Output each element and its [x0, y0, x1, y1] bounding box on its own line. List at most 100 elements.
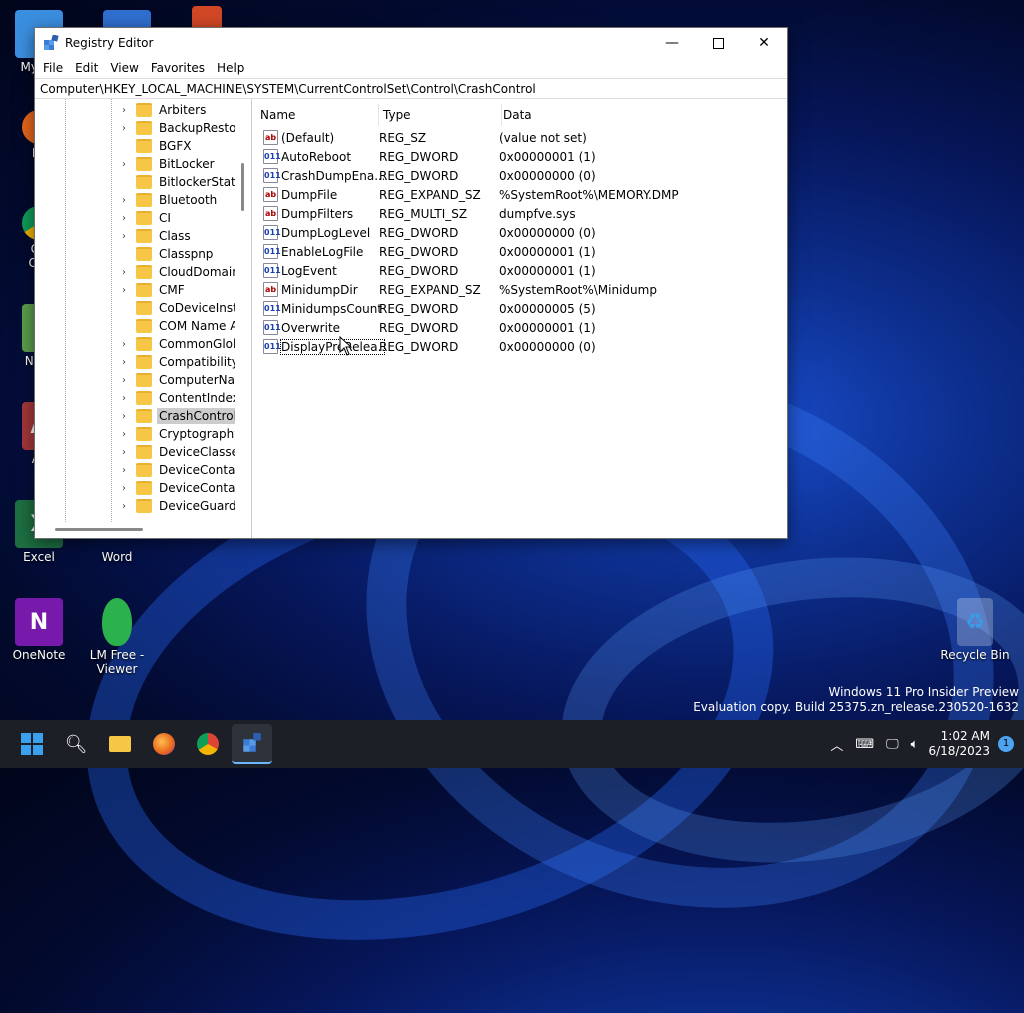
- chevron-right-icon[interactable]: ›: [122, 285, 132, 296]
- chevron-right-icon[interactable]: ›: [122, 213, 132, 224]
- close-button[interactable]: ✕: [741, 28, 787, 58]
- tree-node[interactable]: BGFX: [35, 137, 193, 155]
- tree-node[interactable]: CoDeviceInsta: [35, 299, 247, 317]
- chevron-right-icon[interactable]: ›: [122, 483, 132, 494]
- tree-node[interactable]: › Bluetooth: [35, 191, 219, 209]
- menu-favorites[interactable]: Favorites: [145, 61, 211, 75]
- values-list-pane[interactable]: Name Type Data ab (Default) REG_SZ (value n…: [256, 99, 787, 538]
- tree-node[interactable]: BitlockerStatus: [35, 173, 251, 191]
- menu-edit[interactable]: Edit: [69, 61, 104, 75]
- recycle-bin-icon: ♻: [957, 598, 993, 646]
- scrollbar-thumb[interactable]: [241, 163, 244, 211]
- registry-value-row[interactable]: ab DumpFile REG_EXPAND_SZ %SystemRoot%\MEMO…: [256, 185, 776, 204]
- registry-value-row[interactable]: 011 DisplayPreRelea... REG_DWORD 0x00000000…: [256, 337, 776, 356]
- tree-node[interactable]: COM Name A: [35, 317, 240, 335]
- chevron-right-icon[interactable]: ›: [122, 501, 132, 512]
- clock[interactable]: 1:02 AM 6/18/2023: [928, 729, 990, 759]
- menu-file[interactable]: File: [37, 61, 69, 75]
- column-header-data[interactable]: Data: [499, 104, 773, 126]
- registry-editor-taskbar-button[interactable]: [232, 724, 272, 764]
- start-button[interactable]: [12, 724, 52, 764]
- tree-node[interactable]: › CrashControl: [35, 407, 239, 425]
- tree-node[interactable]: › DeviceClasses: [35, 443, 247, 461]
- tree-node-label: Arbiters: [159, 103, 207, 117]
- chevron-right-icon[interactable]: ›: [122, 429, 132, 440]
- notification-badge[interactable]: 1: [998, 736, 1014, 752]
- chevron-right-icon[interactable]: ›: [122, 393, 132, 404]
- tree-node[interactable]: › ComputerNam: [35, 371, 249, 389]
- scrollbar-thumb[interactable]: [55, 528, 143, 531]
- folder-icon: [136, 193, 152, 207]
- chevron-right-icon[interactable]: ›: [122, 411, 132, 422]
- tree-node[interactable]: › Arbiters: [35, 101, 208, 119]
- chevron-right-icon[interactable]: ›: [122, 465, 132, 476]
- menu-help[interactable]: Help: [211, 61, 250, 75]
- tree-node[interactable]: › Class: [35, 227, 193, 245]
- chevron-right-icon[interactable]: ›: [122, 195, 132, 206]
- minimize-button[interactable]: —: [649, 28, 695, 58]
- tree-node[interactable]: › CommonGlob: [35, 335, 243, 353]
- registry-value-row[interactable]: 011 EnableLogFile REG_DWORD 0x00000001 (1): [256, 242, 776, 261]
- network-icon[interactable]: 🖵︎: [886, 737, 899, 752]
- tree-node[interactable]: › CI: [35, 209, 173, 227]
- tree-node[interactable]: › DeviceGuard: [35, 497, 239, 515]
- chevron-right-icon[interactable]: ›: [122, 447, 132, 458]
- reg-binary-value-icon: 011: [263, 263, 281, 278]
- chevron-right-icon[interactable]: ›: [122, 357, 132, 368]
- registry-value-row[interactable]: ab MinidumpDir REG_EXPAND_SZ %SystemRoot%\M…: [256, 280, 776, 299]
- tree-node[interactable]: › DeviceContair: [35, 479, 246, 497]
- chrome-button[interactable]: [188, 724, 228, 764]
- registry-value-row[interactable]: ab (Default) REG_SZ (value not set): [256, 128, 776, 147]
- chevron-right-icon[interactable]: ›: [122, 375, 132, 386]
- folder-icon: [136, 157, 152, 171]
- file-explorer-button[interactable]: [100, 724, 140, 764]
- tree-node[interactable]: › BitLocker: [35, 155, 217, 173]
- mouse-cursor-icon: [339, 336, 353, 356]
- registry-value-row[interactable]: 011 DumpLogLevel REG_DWORD 0x00000000 (0): [256, 223, 776, 242]
- registry-value-row[interactable]: 011 AutoReboot REG_DWORD 0x00000001 (1): [256, 147, 776, 166]
- column-header-type[interactable]: Type: [379, 104, 502, 126]
- chevron-right-icon[interactable]: ›: [122, 267, 132, 278]
- registry-value-row[interactable]: 011 CrashDumpEna... REG_DWORD 0x00000000 (0…: [256, 166, 776, 185]
- chevron-up-icon[interactable]: ︿: [830, 735, 843, 754]
- tree-vertical-scrollbar[interactable]: [235, 99, 251, 538]
- chevron-right-icon[interactable]: ›: [122, 339, 132, 350]
- registry-value-row[interactable]: 011 MinidumpsCount REG_DWORD 0x00000005 (5): [256, 299, 776, 318]
- registry-value-row[interactable]: 011 LogEvent REG_DWORD 0x00000001 (1): [256, 261, 776, 280]
- menu-bar: File Edit View Favorites Help: [35, 58, 787, 78]
- registry-value-row[interactable]: 011 Overwrite REG_DWORD 0x00000001 (1): [256, 318, 776, 337]
- tree-node[interactable]: › ContentIndex: [35, 389, 242, 407]
- tree-node[interactable]: › Compatibility: [35, 353, 241, 371]
- value-data: 0x00000001 (1): [499, 244, 596, 259]
- volume-icon[interactable]: 🔈︎: [911, 737, 919, 752]
- tree-horizontal-scrollbar[interactable]: [35, 522, 235, 538]
- tree-node[interactable]: › CMF: [35, 281, 187, 299]
- menu-view[interactable]: View: [104, 61, 144, 75]
- key-tree-pane[interactable]: › Arbiters › BackupRestore BGFX › BitLocker Bit…: [35, 99, 252, 538]
- chevron-right-icon[interactable]: ›: [122, 231, 132, 242]
- chevron-right-icon[interactable]: ›: [122, 123, 132, 134]
- desktop-icon-recycle-bin[interactable]: ♻ Recycle Bin: [936, 598, 1014, 662]
- keyboard-icon[interactable]: ⌨: [855, 737, 874, 752]
- folder-icon: [136, 427, 152, 441]
- tree-node[interactable]: › CloudDomainJ: [35, 263, 245, 281]
- column-header-name[interactable]: Name: [256, 104, 379, 126]
- tree-node[interactable]: › DeviceContair: [35, 461, 246, 479]
- tree-node[interactable]: › Cryptography: [35, 425, 243, 443]
- address-bar[interactable]: Computer\HKEY_LOCAL_MACHINE\SYSTEM\Curre…: [35, 78, 787, 99]
- maximize-button[interactable]: [695, 28, 741, 58]
- tree-node-label: CommonGlob: [159, 337, 241, 351]
- registry-value-row[interactable]: ab DumpFilters REG_MULTI_SZ dumpfve.sys: [256, 204, 776, 223]
- chevron-right-icon[interactable]: ›: [122, 159, 132, 170]
- chevron-right-icon[interactable]: ›: [122, 105, 132, 116]
- registry-editor-window: Registry Editor — ✕ File Edit View Favor…: [34, 27, 788, 539]
- desktop-icon-onenote[interactable]: N OneNote: [0, 598, 78, 662]
- title-bar[interactable]: Registry Editor — ✕: [35, 28, 787, 58]
- desktop-icon-lm-viewer[interactable]: LM Free - Viewer: [78, 598, 156, 676]
- search-button[interactable]: 🔍︎: [56, 724, 96, 764]
- firefox-button[interactable]: [144, 724, 184, 764]
- value-data: %SystemRoot%\Minidump: [499, 282, 657, 297]
- folder-icon: [136, 229, 152, 243]
- tree-node[interactable]: Classpnp: [35, 245, 215, 263]
- tree-node[interactable]: › BackupRestore: [35, 119, 251, 137]
